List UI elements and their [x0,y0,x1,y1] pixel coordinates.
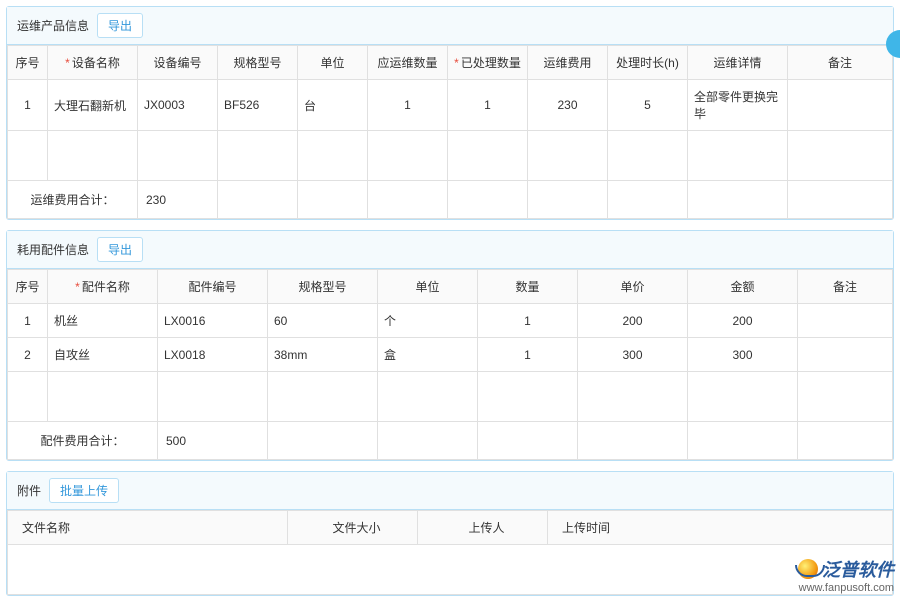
batch-upload-button[interactable]: 批量上传 [49,478,119,503]
col-filesize: 文件大小 [288,511,418,545]
cell-seq: 2 [8,338,48,372]
brand-url: www.fanpusoft.com [798,582,894,594]
col-spec: 规格型号 [218,46,298,80]
col-amount: 金额 [688,270,798,304]
empty-row [8,131,893,181]
total-label: 运维费用合计： [8,181,138,219]
panel-title: 耗用配件信息 [17,241,89,258]
col-detail: 运维详情 [688,46,788,80]
cell-remark [788,80,893,131]
col-device-code: 设备编号 [138,46,218,80]
cell-device-name: 大理石翻新机 [48,80,138,131]
col-filename: 文件名称 [8,511,288,545]
col-qty: 数量 [478,270,578,304]
col-seq: 序号 [8,270,48,304]
panel-header: 运维产品信息 导出 [7,7,893,45]
empty-row [8,372,893,422]
panel-title: 运维产品信息 [17,17,89,34]
attachment-panel: 附件 批量上传 文件名称 文件大小 上传人 上传时间 [6,471,894,596]
cell-done-qty: 1 [448,80,528,131]
col-should-qty: 应运维数量 [368,46,448,80]
cell-part-name: 机丝 [48,304,158,338]
panel-header: 耗用配件信息 导出 [7,231,893,269]
maintenance-product-panel: 运维产品信息 导出 序号 *设备名称 设备编号 规格型号 单位 应运维数量 *已… [6,6,894,220]
cell-part-code: LX0018 [158,338,268,372]
cell-duration: 5 [608,80,688,131]
table-row[interactable]: 2 自攻丝 LX0018 38mm 盒 1 300 300 [8,338,893,372]
total-row: 运维费用合计： 230 [8,181,893,219]
cell-price: 300 [578,338,688,372]
total-value: 230 [138,181,218,219]
col-uploadtime: 上传时间 [548,511,893,545]
col-remark: 备注 [788,46,893,80]
cell-part-name: 自攻丝 [48,338,158,372]
cell-amount: 300 [688,338,798,372]
col-part-name: *配件名称 [48,270,158,304]
cell-remark [798,338,893,372]
cell-part-code: LX0016 [158,304,268,338]
cell-seq: 1 [8,304,48,338]
col-spec: 规格型号 [268,270,378,304]
empty-row [8,545,893,595]
cell-spec: BF526 [218,80,298,131]
col-part-code: 配件编号 [158,270,268,304]
attachment-table: 文件名称 文件大小 上传人 上传时间 [7,510,893,595]
cell-qty: 1 [478,338,578,372]
col-price: 单价 [578,270,688,304]
cell-cost: 230 [528,80,608,131]
export-button[interactable]: 导出 [97,237,143,262]
maintenance-table: 序号 *设备名称 设备编号 规格型号 单位 应运维数量 *已处理数量 运维费用 … [7,45,893,219]
cell-spec: 60 [268,304,378,338]
col-done-qty: *已处理数量 [448,46,528,80]
col-unit: 单位 [298,46,368,80]
col-remark: 备注 [798,270,893,304]
table-row[interactable]: 1 机丝 LX0016 60 个 1 200 200 [8,304,893,338]
col-duration: 处理时长(h) [608,46,688,80]
cell-spec: 38mm [268,338,378,372]
parts-table: 序号 *配件名称 配件编号 规格型号 单位 数量 单价 金额 备注 1 机丝 L… [7,269,893,460]
table-header-row: 文件名称 文件大小 上传人 上传时间 [8,511,893,545]
brand-name: 泛普软件 [822,556,894,582]
cell-unit: 盒 [378,338,478,372]
cell-should-qty: 1 [368,80,448,131]
cell-unit: 台 [298,80,368,131]
panel-header: 附件 批量上传 [7,472,893,510]
globe-icon [798,559,818,579]
table-header-row: 序号 *配件名称 配件编号 规格型号 单位 数量 单价 金额 备注 [8,270,893,304]
table-header-row: 序号 *设备名称 设备编号 规格型号 单位 应运维数量 *已处理数量 运维费用 … [8,46,893,80]
table-row[interactable]: 1 大理石翻新机 JX0003 BF526 台 1 1 230 5 全部零件更换… [8,80,893,131]
cell-unit: 个 [378,304,478,338]
cell-device-code: JX0003 [138,80,218,131]
total-value: 500 [158,422,268,460]
cell-detail: 全部零件更换完毕 [688,80,788,131]
col-device-name: *设备名称 [48,46,138,80]
cell-price: 200 [578,304,688,338]
col-unit: 单位 [378,270,478,304]
col-uploader: 上传人 [418,511,548,545]
total-row: 配件费用合计： 500 [8,422,893,460]
export-button[interactable]: 导出 [97,13,143,38]
col-seq: 序号 [8,46,48,80]
total-label: 配件费用合计： [8,422,158,460]
cell-remark [798,304,893,338]
col-cost: 运维费用 [528,46,608,80]
parts-panel: 耗用配件信息 导出 序号 *配件名称 配件编号 规格型号 单位 数量 单价 金额… [6,230,894,461]
brand-logo: 泛普软件 www.fanpusoft.com [798,556,894,594]
cell-seq: 1 [8,80,48,131]
panel-title: 附件 [17,482,41,499]
cell-qty: 1 [478,304,578,338]
cell-amount: 200 [688,304,798,338]
